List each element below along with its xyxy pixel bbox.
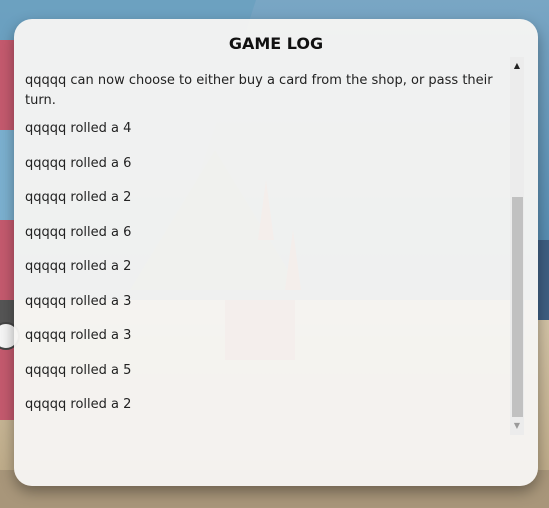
background-tower-window <box>0 130 14 220</box>
chevron-down-icon[interactable]: ▼ <box>510 419 524 433</box>
log-entry: qqqqq rolled a 2 <box>25 397 132 412</box>
chevron-up-icon[interactable]: ▲ <box>510 59 524 73</box>
modal-title: GAME LOG <box>228 34 324 53</box>
background-edge <box>538 240 549 320</box>
log-entry: qqqqq rolled a 6 <box>25 224 132 240</box>
log-entry: qqqqq rolled a 2 <box>25 190 132 205</box>
log-entry: qqqqq can now choose to either buy a car… <box>25 73 493 108</box>
log-entry: qqqqq rolled a 2 <box>25 259 132 274</box>
background-tower <box>0 40 14 420</box>
scrollbar-thumb[interactable] <box>512 197 523 417</box>
log-entry: qqqqq rolled a 6 <box>25 155 132 171</box>
game-log-list[interactable]: qqqqq can now choose to either buy a car… <box>25 71 497 431</box>
log-scrollbar[interactable]: ▲ ▼ <box>510 57 524 435</box>
log-entry: qqqqq rolled a 5 <box>25 362 132 378</box>
log-entry: qqqqq rolled a 3 <box>25 328 132 343</box>
log-entry: qqqqq rolled a 4 <box>25 121 132 136</box>
game-log-modal: GAME LOG qqqqq can now choose to either … <box>14 19 538 486</box>
log-entry: qqqqq rolled a 3 <box>25 293 132 309</box>
